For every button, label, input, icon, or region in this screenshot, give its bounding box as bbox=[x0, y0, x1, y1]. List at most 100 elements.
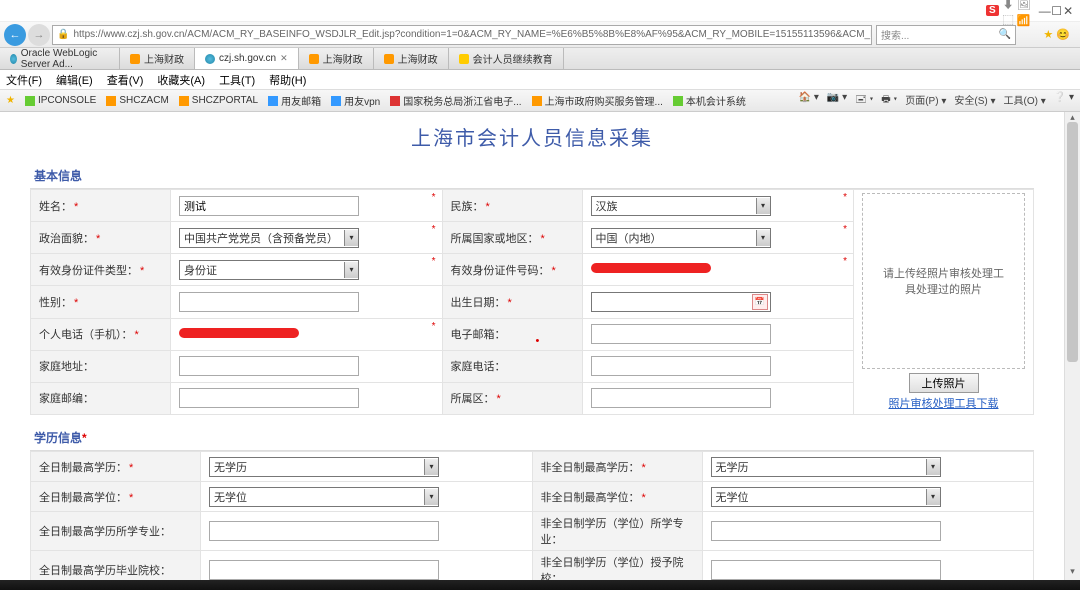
label-zip: 家庭邮编： bbox=[31, 382, 171, 414]
rtool-6[interactable]: 工具(O) ▾ bbox=[1004, 92, 1046, 109]
address-bar[interactable]: 🔒 https://www.czj.sh.gov.cn/ACM/ACM_RY_B… bbox=[52, 25, 872, 45]
rtool-5[interactable]: 安全(S) ▾ bbox=[954, 92, 995, 109]
favorites-buttons[interactable]: ★ 😊 bbox=[1016, 28, 1076, 41]
vertical-scrollbar[interactable]: ▴ ▾ bbox=[1064, 112, 1080, 580]
tab-4[interactable]: 上海财政 bbox=[374, 48, 449, 69]
tab-5[interactable]: 会计人员继续教育 bbox=[449, 48, 564, 69]
menu-view[interactable]: 查看(V) bbox=[107, 72, 144, 88]
window-close[interactable]: ✕ bbox=[1062, 4, 1074, 18]
ptdeg-select[interactable]: 无学历▾ bbox=[711, 457, 941, 477]
right-tools: 🏠 ▾ 📷 ▾ 🖃 ▾ 🖶 ▾ 页面(P) ▾ 安全(S) ▾ 工具(O) ▾ … bbox=[799, 92, 1074, 109]
photo-cell: 请上传经照片审核处理工 具处理过的照片 上传照片 照片审核处理工具下载 bbox=[854, 190, 1034, 415]
upload-photo-button[interactable]: 上传照片 bbox=[909, 373, 979, 393]
window-maximize[interactable]: ☐ bbox=[1051, 4, 1063, 18]
forward-button[interactable]: → bbox=[28, 24, 50, 46]
addr-input[interactable] bbox=[179, 356, 359, 376]
tab-2[interactable]: czj.sh.gov.cn✕ bbox=[195, 48, 299, 69]
area-input[interactable] bbox=[591, 388, 771, 408]
rtool-4[interactable]: 页面(P) ▾ bbox=[905, 92, 946, 109]
search-icon[interactable]: 🔍 bbox=[999, 29, 1011, 40]
label-addr: 家庭地址： bbox=[31, 350, 171, 382]
field-idno: * bbox=[582, 254, 854, 286]
globe-icon bbox=[205, 54, 215, 64]
tab-0[interactable]: Oracle WebLogic Server Ad... bbox=[0, 48, 120, 69]
menu-bar: 文件(F) 编辑(E) 查看(V) 收藏夹(A) 工具(T) 帮助(H) bbox=[0, 70, 1080, 90]
section-edu-header: 学历信息* bbox=[30, 427, 1034, 451]
ptdgr-select[interactable]: 无学位▾ bbox=[711, 487, 941, 507]
calendar-icon: 📅 bbox=[752, 294, 768, 310]
favorites-bar: ★ IPCONSOLE SHCZACM SHCZPORTAL 用友邮箱 用友vp… bbox=[0, 90, 1080, 112]
menu-edit[interactable]: 编辑(E) bbox=[56, 72, 93, 88]
chevron-down-icon: ▾ bbox=[424, 489, 438, 505]
idtype-select[interactable]: 身份证▾ bbox=[179, 260, 359, 280]
fav-5[interactable]: 国家税务总局浙江省电子... bbox=[390, 93, 521, 108]
chevron-down-icon: ▾ bbox=[344, 262, 358, 278]
site-icon bbox=[309, 54, 319, 64]
label-ethnic: 民族：* bbox=[442, 190, 582, 222]
label-birth: 出生日期：* bbox=[442, 286, 582, 318]
back-button[interactable]: ← bbox=[4, 24, 26, 46]
ftschool-input[interactable] bbox=[209, 560, 439, 580]
window-minimize[interactable]: — bbox=[1039, 4, 1051, 18]
label-sex: 性别：* bbox=[31, 286, 171, 318]
idno-value-redacted bbox=[591, 263, 711, 273]
label-email: 电子邮箱：• bbox=[442, 318, 582, 350]
rtool-3[interactable]: 🖶 ▾ bbox=[881, 92, 897, 109]
label-phone: 个人电话（手机）：* bbox=[31, 318, 171, 350]
label-ftmajor: 全日制最高学历所学专业： bbox=[31, 512, 201, 551]
close-icon[interactable]: ✕ bbox=[280, 53, 288, 64]
menu-tools[interactable]: 工具(T) bbox=[219, 72, 255, 88]
birth-date-input[interactable]: 📅 bbox=[591, 292, 771, 312]
email-input[interactable] bbox=[591, 324, 771, 344]
photo-tool-link[interactable]: 照片审核处理工具下载 bbox=[862, 395, 1025, 411]
label-country: 所属国家或地区：* bbox=[442, 222, 582, 254]
favorites-star-icon[interactable]: ★ bbox=[6, 95, 15, 106]
label-ptmajor: 非全日制学历（学位）所学专业： bbox=[532, 512, 702, 551]
scroll-down-icon: ▾ bbox=[1065, 566, 1080, 580]
fav-4[interactable]: 用友vpn bbox=[331, 93, 380, 108]
ethnic-select[interactable]: 汉族▾ bbox=[591, 196, 771, 216]
ftmajor-input[interactable] bbox=[209, 521, 439, 541]
ftdeg-select[interactable]: 无学历▾ bbox=[209, 457, 439, 477]
fav-0[interactable]: IPCONSOLE bbox=[25, 95, 96, 106]
rtool-7[interactable]: ❔ ▾ bbox=[1054, 92, 1074, 109]
tab-1[interactable]: 上海财政 bbox=[120, 48, 195, 69]
fav-1[interactable]: SHCZACM bbox=[106, 95, 168, 106]
scrollbar-thumb[interactable] bbox=[1067, 122, 1078, 362]
edu-info-table: 全日制最高学历：* 无学历▾ 非全日制最高学历：* 无学历▾ 全日制最高学位：*… bbox=[30, 451, 1034, 580]
fav-7[interactable]: 本机会计系统 bbox=[673, 93, 746, 108]
menu-file[interactable]: 文件(F) bbox=[6, 72, 42, 88]
sex-input[interactable] bbox=[179, 292, 359, 312]
rtool-2[interactable]: 🖃 ▾ bbox=[855, 92, 873, 109]
label-political: 政治面貌：* bbox=[31, 222, 171, 254]
fav-2[interactable]: SHCZPORTAL bbox=[179, 95, 258, 106]
ptmajor-input[interactable] bbox=[711, 521, 941, 541]
taskbar bbox=[0, 580, 1080, 590]
country-select[interactable]: 中国（内地）▾ bbox=[591, 228, 771, 248]
label-ftdgr: 全日制最高学位：* bbox=[31, 482, 201, 512]
rtool-1[interactable]: 📷 ▾ bbox=[827, 92, 847, 109]
sogou-icon: S bbox=[986, 5, 999, 16]
ptschool-input[interactable] bbox=[711, 560, 941, 580]
chevron-down-icon: ▾ bbox=[344, 230, 358, 246]
menu-help[interactable]: 帮助(H) bbox=[269, 72, 306, 88]
tab-3[interactable]: 上海财政 bbox=[299, 48, 374, 69]
rtool-0[interactable]: 🏠 ▾ bbox=[799, 92, 819, 109]
chevron-down-icon: ▾ bbox=[926, 459, 940, 475]
menu-fav[interactable]: 收藏夹(A) bbox=[157, 72, 205, 88]
search-box[interactable]: 搜索... 🔍 bbox=[876, 25, 1016, 45]
ftdgr-select[interactable]: 无学位▾ bbox=[209, 487, 439, 507]
field-phone: * bbox=[171, 318, 443, 350]
name-input[interactable] bbox=[179, 196, 359, 216]
political-select[interactable]: 中国共产党党员（含预备党员）▾ bbox=[179, 228, 359, 248]
photo-drop[interactable]: 请上传经照片审核处理工 具处理过的照片 bbox=[862, 193, 1025, 369]
tel-input[interactable] bbox=[591, 356, 771, 376]
field-ethnic: 汉族▾* bbox=[582, 190, 854, 222]
fav-6[interactable]: 上海市政府购买服务管理... bbox=[532, 93, 663, 108]
nav-toolbar: ← → 🔒 https://www.czj.sh.gov.cn/ACM/ACM_… bbox=[0, 22, 1080, 48]
zip-input[interactable] bbox=[179, 388, 359, 408]
chevron-down-icon: ▾ bbox=[926, 489, 940, 505]
label-name: 姓名：* bbox=[31, 190, 171, 222]
label-idtype: 有效身份证件类型：* bbox=[31, 254, 171, 286]
fav-3[interactable]: 用友邮箱 bbox=[268, 93, 321, 108]
